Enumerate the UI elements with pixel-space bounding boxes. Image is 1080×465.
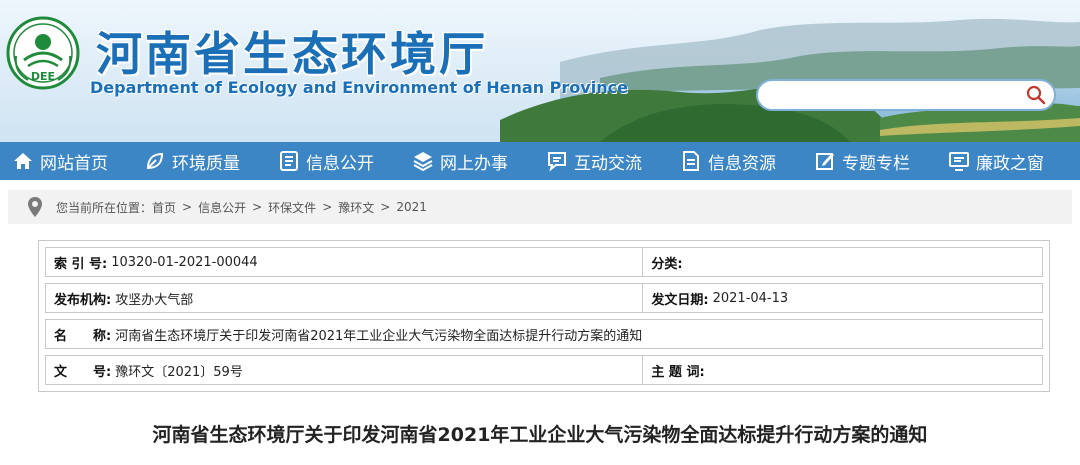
nav-item-special-topics[interactable]: 专题专栏 — [814, 142, 910, 180]
issue-date-label: 发文日期: — [651, 292, 709, 308]
breadcrumb: 您当前所在位置： 首页 > 信息公开 > 环保文件 > 豫环文 > 2021 — [8, 190, 1072, 224]
index-number-label: 索 引 号: — [54, 256, 108, 272]
issue-date-cell: 发文日期: 2021-04-13 — [643, 283, 1043, 313]
breadcrumb-separator: > — [380, 200, 391, 214]
site-header: DEE 河南省生态环境厅 Department of Ecology and E… — [0, 0, 1080, 142]
breadcrumb-env-documents[interactable]: 环保文件 — [268, 199, 316, 216]
nav-item-online-service[interactable]: 网上办事 — [412, 142, 508, 180]
publisher-value: 攻坚办大气部 — [115, 292, 194, 308]
main-nav: 网站首页 环境质量 信息公开 网上办事 互动交流 信息资源 专题专栏 廉政之窗 — [0, 142, 1080, 180]
nav-item-label: 互动交流 — [574, 153, 642, 174]
logo-text: DEE — [31, 70, 55, 83]
nav-item-label: 网站首页 — [40, 153, 108, 174]
info-row-publisher: 发布机构: 攻坚办大气部 发文日期: 2021-04-13 — [45, 283, 1043, 313]
leaf-icon — [144, 150, 166, 172]
breadcrumb-separator: > — [322, 200, 333, 214]
location-pin-icon — [28, 197, 42, 217]
site-subtitle: Department of Ecology and Environment of… — [90, 78, 628, 97]
breadcrumb-home[interactable]: 首页 — [152, 199, 176, 216]
document-title: 河南省生态环境厅关于印发河南省2021年工业企业大气污染物全面达标提升行动方案的… — [152, 424, 928, 446]
breadcrumb-yuhuanwen[interactable]: 豫环文 — [338, 199, 374, 216]
document-icon — [278, 150, 300, 172]
nav-item-label: 信息资源 — [708, 153, 776, 174]
layers-icon — [412, 150, 434, 172]
file-icon — [680, 150, 702, 172]
subject-words-cell: 主 题 词: — [643, 355, 1043, 385]
home-icon — [12, 150, 34, 172]
breadcrumb-separator: > — [182, 200, 193, 214]
nav-item-info-resources[interactable]: 信息资源 — [680, 142, 776, 180]
nav-item-label: 环境质量 — [172, 153, 240, 174]
document-info-table: 索 引 号: 10320-01-2021-00044 分类: 发布机构: 攻坚办… — [38, 240, 1050, 392]
nav-item-environment-quality[interactable]: 环境质量 — [144, 142, 240, 180]
subject-words-label: 主 题 词: — [651, 364, 705, 380]
info-row-name: 名 称: 河南省生态环境厅关于印发河南省2021年工业企业大气污染物全面达标提升… — [45, 319, 1043, 349]
search-box — [756, 79, 1056, 111]
index-number-value: 10320-01-2021-00044 — [111, 254, 258, 270]
info-row-docno: 文 号: 豫环文〔2021〕59号 主 题 词: — [45, 355, 1043, 385]
nav-item-info-disclosure[interactable]: 信息公开 — [278, 142, 374, 180]
nav-item-label: 网上办事 — [440, 153, 508, 174]
document-number-label: 文 号: — [54, 364, 112, 380]
publisher-label: 发布机构: — [54, 292, 112, 308]
monitor-icon — [948, 150, 970, 172]
category-cell: 分类: — [643, 247, 1043, 277]
nav-item-integrity-window[interactable]: 廉政之窗 — [948, 142, 1044, 180]
logo-emblem: DEE — [6, 16, 80, 90]
info-row-index: 索 引 号: 10320-01-2021-00044 分类: — [45, 247, 1043, 277]
issue-date-value: 2021-04-13 — [712, 290, 789, 306]
nav-item-home[interactable]: 网站首页 — [12, 142, 108, 180]
document-name-label: 名 称: — [54, 328, 112, 344]
search-button[interactable] — [1018, 81, 1054, 109]
document-name-cell: 名 称: 河南省生态环境厅关于印发河南省2021年工业企业大气污染物全面达标提升… — [45, 319, 1043, 349]
chat-icon — [546, 150, 568, 172]
nav-item-label: 廉政之窗 — [976, 153, 1044, 174]
breadcrumb-separator: > — [252, 200, 263, 214]
breadcrumb-prefix: 您当前所在位置： — [56, 200, 153, 215]
edit-icon — [814, 150, 836, 172]
nav-item-interaction[interactable]: 互动交流 — [546, 142, 642, 180]
index-number-cell: 索 引 号: 10320-01-2021-00044 — [45, 247, 644, 277]
document-number-cell: 文 号: 豫环文〔2021〕59号 — [45, 355, 644, 385]
category-label: 分类: — [651, 256, 683, 272]
search-input[interactable] — [758, 81, 1018, 109]
search-icon — [1026, 85, 1046, 105]
nav-item-label: 专题专栏 — [842, 153, 910, 174]
nav-item-label: 信息公开 — [306, 153, 374, 174]
document-number-value: 豫环文〔2021〕59号 — [115, 364, 243, 380]
breadcrumb-2021[interactable]: 2021 — [396, 200, 427, 214]
publisher-cell: 发布机构: 攻坚办大气部 — [45, 283, 644, 313]
breadcrumb-info-disclosure[interactable]: 信息公开 — [198, 199, 246, 216]
document-name-value: 河南省生态环境厅关于印发河南省2021年工业企业大气污染物全面达标提升行动方案的… — [115, 328, 643, 344]
site-title: 河南省生态环境厅 — [96, 27, 488, 81]
